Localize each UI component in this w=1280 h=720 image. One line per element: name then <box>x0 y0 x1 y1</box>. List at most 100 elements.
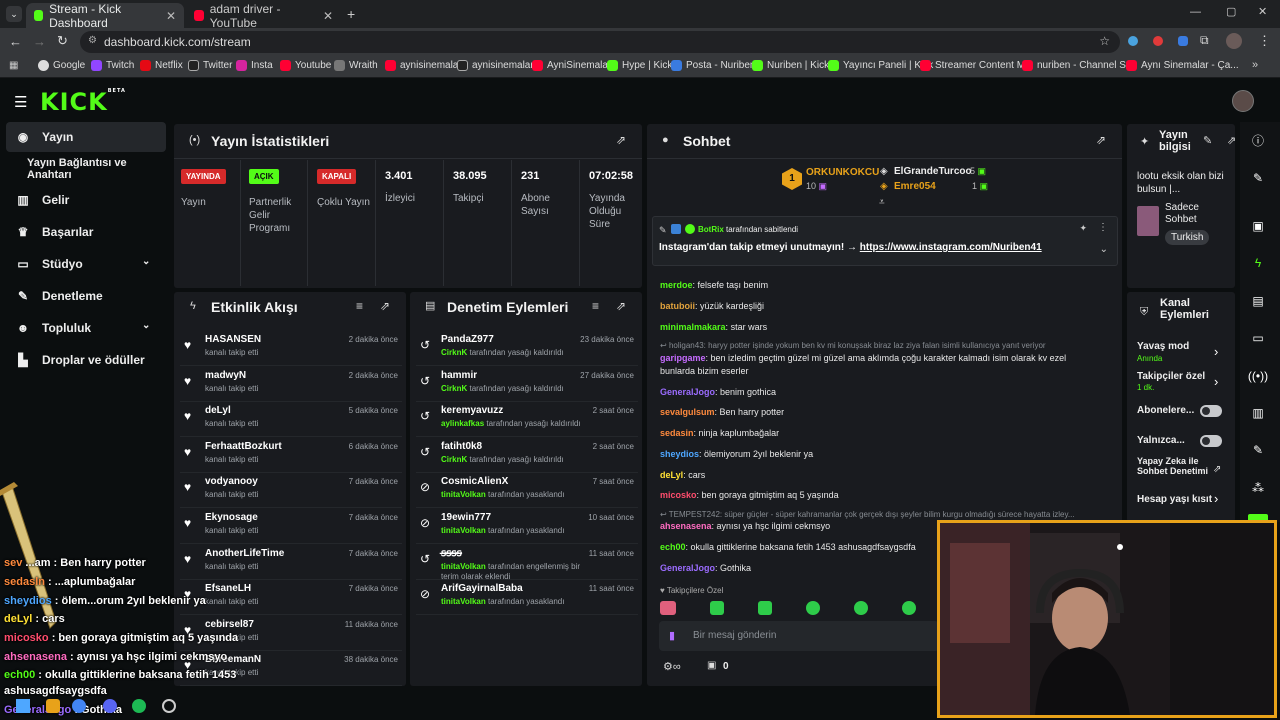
profile-avatar[interactable] <box>1226 33 1242 49</box>
bookmark-item[interactable]: Twitch <box>91 60 134 71</box>
url-field[interactable]: ⚙ dashboard.kick.com/stream ☆ <box>80 31 1120 53</box>
chat-message[interactable]: minimalmakara: star wars <box>660 322 767 332</box>
chat-username[interactable]: batuboii <box>660 301 695 311</box>
bookmark-star-icon[interactable]: ☆ <box>1099 34 1110 48</box>
spotify-icon[interactable] <box>132 699 146 713</box>
moderated-user[interactable]: PandaZ977 <box>441 334 494 345</box>
chat-message[interactable]: merdoe: felsefe taşı benim <box>660 280 768 290</box>
bookmark-item[interactable]: Streamer Content M... <box>920 60 1033 71</box>
moderator-name[interactable]: tinitaVolkan <box>441 526 486 535</box>
emote-icon[interactable] <box>660 601 676 615</box>
bookmark-item[interactable]: Hype | Kick <box>607 60 672 71</box>
emote-icon[interactable] <box>854 601 868 615</box>
document-icon[interactable]: ▤ <box>1245 288 1271 314</box>
chat-username[interactable]: sedasin <box>660 428 694 438</box>
extension-icon[interactable] <box>1128 36 1138 46</box>
activity-user[interactable]: deLyl <box>205 405 231 416</box>
broadcast-icon[interactable]: ((•)) <box>1245 363 1271 389</box>
bookmark-item[interactable]: aynisinemalar <box>385 60 462 71</box>
bookmark-item[interactable]: Yayıncı Paneli | Kick <box>828 60 933 71</box>
forward-icon[interactable]: → <box>33 34 46 49</box>
extensions-puzzle-icon[interactable]: ⧉ <box>1200 33 1209 48</box>
site-info-icon[interactable]: ⚙ <box>88 35 97 46</box>
kick-logo[interactable]: KICKBETA <box>40 88 126 116</box>
file-explorer-icon[interactable] <box>46 699 60 713</box>
chat-username[interactable]: sheydios <box>660 449 699 459</box>
moderated-user[interactable]: ꞩ̶ꞩ̶ꞩ̶ꞩ̶ <box>441 548 462 559</box>
moderation-row[interactable]: ↺ hammir CirknK tarafından yasağı kaldır… <box>416 366 638 402</box>
bookmark-item[interactable]: Twitter <box>188 60 232 71</box>
bookmark-item[interactable]: Posta - Nuriben <box>671 60 755 71</box>
emote-icon[interactable] <box>902 601 916 615</box>
bookmark-item[interactable]: Wraith <box>334 60 378 71</box>
activity-row[interactable]: ♥ EfsaneLH kanalı takip etti 7 dakika ön… <box>180 579 402 616</box>
chat-username[interactable]: sevalgulsum <box>660 407 715 417</box>
chat-message[interactable]: GeneralJogo: Gothika <box>660 563 751 573</box>
bookmark-item[interactable]: Google <box>38 60 85 71</box>
moderated-user[interactable]: keremyavuzz <box>441 405 503 416</box>
bookmark-item[interactable]: Youtube <box>280 60 331 71</box>
chat-username[interactable]: minimalmakara <box>660 322 726 332</box>
chat-message[interactable]: sheydios: ölemiyorum 2yıl beklenir ya <box>660 449 813 459</box>
chat-message-input[interactable]: ▮ Bir mesaj gönderin <box>659 621 939 651</box>
sidebar-item-yayin[interactable]: ◉ Yayın <box>6 122 166 152</box>
new-tab-icon[interactable]: + <box>347 6 355 22</box>
chat-username[interactable]: GeneralJogo <box>660 563 715 573</box>
back-icon[interactable]: ← <box>9 34 22 49</box>
popout-icon[interactable]: ⇗ <box>380 299 390 313</box>
bookmark-item[interactable]: Insta <box>236 60 273 71</box>
moderation-row[interactable]: ⊘ 19ewin777 tinitaVolkan tarafından yasa… <box>416 508 638 544</box>
chat-message[interactable]: deLyl: cars <box>660 470 705 480</box>
activity-row[interactable]: ♥ FerhaattBozkurt kanalı takip etti 6 da… <box>180 437 402 473</box>
moderated-user[interactable]: hammir <box>441 370 477 381</box>
moderation-row[interactable]: ↺ PandaZ977 CirknK tarafından yasağı kal… <box>416 330 638 366</box>
activity-user[interactable]: AnotherLifeTime <box>205 548 284 559</box>
activity-row[interactable]: ♥ deLyl kanalı takip etti 5 dakika önce <box>180 401 402 438</box>
gift-icon[interactable]: ▣ <box>707 660 716 671</box>
filter-icon[interactable]: ≡ <box>592 299 599 313</box>
moderator-name[interactable]: tinitaVolkan <box>441 597 486 606</box>
edit-icon[interactable]: ✎ <box>1245 165 1271 191</box>
edit-icon[interactable]: ✎ <box>1203 134 1212 147</box>
sidebar-item-studyo[interactable]: ▭ Stüdyo ⌄ <box>6 249 166 279</box>
moderator-name[interactable]: aylinkafkas <box>441 419 484 428</box>
wrench-icon[interactable]: ✎ <box>1245 437 1271 463</box>
activity-user[interactable]: EfsaneLH <box>205 583 251 594</box>
chat-message[interactable]: sevalgulsum: Ben harry potter <box>660 407 784 417</box>
moderator-name[interactable]: CirknK <box>441 455 467 464</box>
sidebar-item-gelir[interactable]: ▥ Gelir <box>6 185 166 215</box>
chat-username[interactable]: micosko <box>660 490 697 500</box>
external-link-icon[interactable]: ⇗ <box>1213 464 1221 475</box>
obs-icon[interactable] <box>162 699 176 713</box>
moderated-user[interactable]: 19ewin777 <box>441 512 491 523</box>
activity-user[interactable]: HASANSEN <box>205 334 261 345</box>
activity-row[interactable]: ♥ AnotherLifeTime kanalı takip etti 7 da… <box>180 544 402 580</box>
chat-username[interactable]: ech00 <box>660 542 686 552</box>
chat-bubble-icon[interactable]: ▭ <box>1245 325 1271 351</box>
pinned-link[interactable]: https://www.instagram.com/Nuriben41 <box>860 242 1042 253</box>
chat-username[interactable]: ahsenasena <box>660 521 712 531</box>
activity-row[interactable]: ♥ Ekynosage kanalı takip etti 7 dakika ö… <box>180 508 402 544</box>
tag-chip[interactable]: Turkish <box>1165 230 1210 245</box>
sidebar-item-droplar[interactable]: ▙ Droplar ve ödüller <box>6 345 166 375</box>
studio-icon[interactable]: ▥ <box>1245 400 1271 426</box>
tab-kick-dashboard[interactable]: Stream - Kick Dashboard ✕ <box>26 2 184 30</box>
extension-icon[interactable] <box>1153 36 1163 46</box>
chat-message[interactable]: batuboii: yüzük kardeşliği <box>660 301 764 311</box>
moderator-name[interactable]: CirknK <box>441 384 467 393</box>
moderated-user[interactable]: CosmicAlienX <box>441 476 508 487</box>
activity-user[interactable]: madwyN <box>205 370 246 381</box>
filter-icon[interactable]: ≡ <box>356 299 363 313</box>
emote-icon[interactable] <box>758 601 772 615</box>
expand-leaderboard-icon[interactable]: ⩡ <box>879 197 885 208</box>
sidebar-item-stream-key[interactable]: Yayın Bağlantısı ve Anahtarı <box>6 154 166 184</box>
lightning-icon[interactable]: ϟ <box>1245 250 1271 276</box>
windows-start-icon[interactable] <box>16 699 30 713</box>
activity-row[interactable]: ♥ madwyN kanalı takip etti 2 dakika önce <box>180 366 402 402</box>
chat-username[interactable]: deLyl <box>660 470 683 480</box>
moderation-row[interactable]: ↺ ꞩ̶ꞩ̶ꞩ̶ꞩ̶ tinitaVolkan tarafından engel… <box>416 544 638 581</box>
emote-icon[interactable] <box>806 601 820 615</box>
bookmark-item[interactable]: Netflix <box>140 60 183 71</box>
bookmark-item[interactable]: Aynı Sinemalar - Ça... <box>1126 60 1239 71</box>
chat-message[interactable]: micosko: ben goraya gitmiştim aq 5 yaşın… <box>660 490 839 500</box>
